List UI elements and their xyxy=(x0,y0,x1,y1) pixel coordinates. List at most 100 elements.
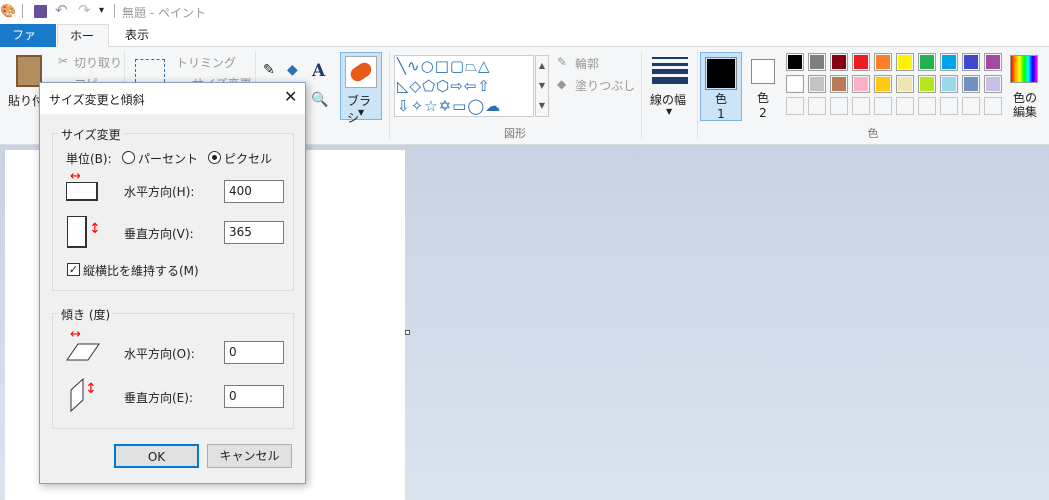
text-icon[interactable]: A xyxy=(312,61,325,81)
chevron-down-icon: ▼ xyxy=(666,107,673,116)
palette-empty-slot[interactable] xyxy=(962,97,980,115)
undo-icon[interactable]: ↶ xyxy=(55,1,68,19)
shapes-group-label: 図形 xyxy=(504,127,526,140)
horizontal-resize-icon xyxy=(66,182,98,201)
palette-color[interactable] xyxy=(918,53,936,71)
palette-color[interactable] xyxy=(830,53,848,71)
magnifier-icon[interactable]: 🔍 xyxy=(311,92,328,108)
edit-colors-button[interactable]: 色の編集 xyxy=(1012,91,1038,119)
skew-horizontal-input[interactable]: 0 xyxy=(224,341,284,364)
keep-ratio-label[interactable]: 縦横比を維持する(M) xyxy=(83,262,199,279)
palette-color[interactable] xyxy=(808,53,826,71)
palette-color[interactable] xyxy=(808,75,826,93)
palette-color[interactable] xyxy=(896,53,914,71)
percent-radio[interactable] xyxy=(122,151,135,164)
keep-ratio-checkbox[interactable]: ✓ xyxy=(67,263,80,276)
divider xyxy=(114,4,115,18)
palette-color[interactable] xyxy=(830,75,848,93)
horizontal-arrow-icon: ↔ xyxy=(70,327,81,342)
ribbon-tabs: ファイル ホーム 表示 xyxy=(0,24,1049,65)
cut-button[interactable]: 切り取り xyxy=(74,54,122,71)
brush-icon xyxy=(345,56,377,88)
palette-color[interactable] xyxy=(962,75,980,93)
scissors-icon: ✂ xyxy=(58,54,69,68)
fill-bucket-icon[interactable]: ◆ xyxy=(287,62,298,78)
ok-button[interactable]: OK xyxy=(114,444,199,468)
shapes-gallery[interactable]: ╲∿○□▢⏢△ ◺◇⬠⬡⇨⇦⇧ ⇩✧☆✡▭◯☁ xyxy=(394,55,534,117)
color1-swatch xyxy=(707,59,735,88)
tab-view[interactable]: 表示 xyxy=(113,24,161,47)
palette-color[interactable] xyxy=(962,53,980,71)
skew-group-label: 傾き (度) xyxy=(58,306,114,323)
color1-button[interactable]: 色1 xyxy=(700,52,742,121)
vertical-arrow-icon: ↕ xyxy=(85,381,97,397)
brush-button[interactable]: ブラシ ▼ xyxy=(340,52,382,125)
edit-colors-icon[interactable] xyxy=(1010,55,1038,83)
palette-empty-slot[interactable] xyxy=(786,97,804,115)
outline-button[interactable]: 輪郭 xyxy=(575,55,599,72)
chevron-down-icon: ▼ xyxy=(358,108,365,117)
vertical-resize-icon xyxy=(67,216,87,248)
pixel-radio[interactable] xyxy=(208,151,221,164)
quick-access-dropdown-icon[interactable]: ▾ xyxy=(99,5,104,16)
palette-empty-slot[interactable] xyxy=(830,97,848,115)
color2-swatch xyxy=(751,59,775,84)
palette-color[interactable] xyxy=(874,53,892,71)
skew-group xyxy=(52,313,294,429)
palette-empty-slot[interactable] xyxy=(896,97,914,115)
shape-icons[interactable]: ╲∿○□▢⏢△ ◺◇⬠⬡⇨⇦⇧ ⇩✧☆✡▭◯☁ xyxy=(397,57,501,115)
save-icon[interactable] xyxy=(34,5,47,18)
palette-empty-slot[interactable] xyxy=(874,97,892,115)
vertical-label: 垂直方向(V): xyxy=(124,227,194,241)
palette-color[interactable] xyxy=(852,75,870,93)
paint-app-icon[interactable]: 🎨 xyxy=(0,4,16,19)
palette-color[interactable] xyxy=(786,75,804,93)
canvas-resize-handle[interactable] xyxy=(405,330,410,335)
resize-skew-dialog: サイズ変更と傾斜 ✕ サイズ変更 単位(B): パーセント ピクセル ↔ 水平方… xyxy=(39,82,306,484)
palette-empty-slot[interactable] xyxy=(940,97,958,115)
palette-empty-slot[interactable] xyxy=(852,97,870,115)
unit-label: 単位(B): xyxy=(66,152,112,166)
line-width-label: 線の幅 xyxy=(650,93,687,107)
tab-file[interactable]: ファイル xyxy=(0,24,56,64)
redo-icon[interactable]: ↷ xyxy=(78,1,91,19)
palette-color[interactable] xyxy=(940,75,958,93)
close-icon[interactable]: ✕ xyxy=(284,87,297,106)
horizontal-input[interactable]: 400 xyxy=(224,180,284,203)
palette-empty-slot[interactable] xyxy=(984,97,1002,115)
shapes-scroll[interactable]: ▲ ▼ ▼ xyxy=(535,55,549,117)
palette-color[interactable] xyxy=(852,53,870,71)
percent-label[interactable]: パーセント xyxy=(138,150,198,167)
color1-number: 1 xyxy=(717,107,725,121)
palette-color[interactable] xyxy=(984,75,1002,93)
divider xyxy=(22,4,23,18)
palette-color[interactable] xyxy=(984,53,1002,71)
dialog-title: サイズ変更と傾斜 xyxy=(49,93,145,107)
vertical-skew-icon xyxy=(70,378,84,412)
outline-pencil-icon: ✎ xyxy=(557,55,568,69)
tab-home[interactable]: ホーム xyxy=(57,24,109,65)
color2-number: 2 xyxy=(759,106,767,120)
pixel-label[interactable]: ピクセル xyxy=(224,150,272,167)
title-bar: 🎨 ↶ ↷ ▾ 無題 - ペイント xyxy=(0,0,1049,24)
cancel-button[interactable]: キャンセル xyxy=(207,444,292,468)
palette-empty-slot[interactable] xyxy=(808,97,826,115)
palette-color[interactable] xyxy=(896,75,914,93)
color2-button[interactable]: 色2 xyxy=(746,52,780,121)
palette-empty-slot[interactable] xyxy=(918,97,936,115)
vertical-input[interactable]: 365 xyxy=(224,221,284,244)
pencil-icon[interactable]: ✎ xyxy=(263,62,275,78)
skew-vertical-input[interactable]: 0 xyxy=(224,385,284,408)
palette-color[interactable] xyxy=(918,75,936,93)
palette-color[interactable] xyxy=(940,53,958,71)
color2-label: 色 xyxy=(756,91,769,105)
fill-icon: ◆ xyxy=(557,77,567,91)
fill-button[interactable]: 塗りつぶし xyxy=(575,77,635,94)
horizontal-skew-icon xyxy=(66,343,100,361)
palette-color[interactable] xyxy=(786,53,804,71)
palette-color[interactable] xyxy=(874,75,892,93)
color-palette xyxy=(786,53,1006,119)
line-width-button[interactable]: 線の幅 ▼ xyxy=(650,53,690,121)
color1-label: 色 xyxy=(714,92,727,106)
trim-button[interactable]: トリミング xyxy=(176,54,236,71)
